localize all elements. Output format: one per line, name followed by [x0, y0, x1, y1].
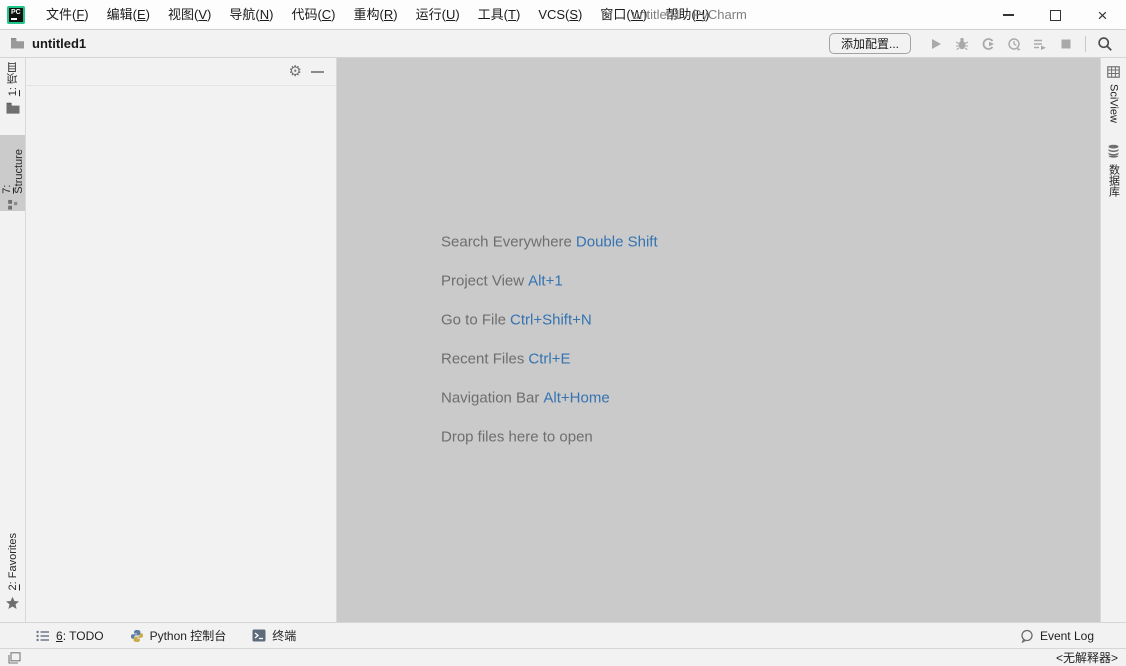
tool-window-switcher[interactable]	[8, 652, 21, 664]
shortcut-hints: Search EverywhereDouble Shift Project Vi…	[441, 235, 658, 446]
menu-view[interactable]: 视图(V)	[159, 0, 220, 29]
tool-window-switcher-icon	[8, 652, 21, 664]
folder-icon	[10, 37, 25, 50]
main-area: 1: 项目 7: Structure 2: Favorites ⚙	[0, 58, 1126, 622]
toolbar-actions: 添加配置...	[829, 33, 1118, 55]
pycharm-logo-icon: PC	[7, 6, 25, 24]
stripe-button-structure[interactable]: 7: Structure	[0, 135, 25, 211]
bottom-bar-right: Event Log	[1020, 629, 1094, 643]
menu-run[interactable]: 运行(U)	[407, 0, 469, 29]
run-icon	[929, 37, 943, 51]
main-toolbar: untitled1 添加配置...	[0, 30, 1126, 58]
stop-icon	[1060, 38, 1072, 50]
add-configuration-button[interactable]: 添加配置...	[829, 33, 911, 54]
gear-icon[interactable]: ⚙	[289, 62, 302, 82]
running-list-icon	[1033, 37, 1047, 51]
run-coverage-icon	[981, 37, 995, 51]
hint-navigation-bar: Navigation BarAlt+Home	[441, 391, 658, 407]
project-panel-header: ⚙	[26, 58, 336, 86]
window-title: untitled1 - PyCharm	[632, 0, 747, 29]
project-folder-icon	[6, 102, 20, 114]
event-log-button[interactable]: Event Log	[1020, 629, 1094, 643]
database-stripe-label: 数据库	[1106, 164, 1122, 197]
database-icon	[1107, 144, 1120, 158]
hint-go-to-file: Go to FileCtrl+Shift+N	[441, 313, 658, 329]
sciview-stripe-label: SciView	[1108, 84, 1120, 123]
breadcrumb-project-name: untitled1	[32, 36, 86, 51]
hide-panel-icon[interactable]	[311, 71, 324, 73]
running-processes-button[interactable]	[1027, 33, 1053, 55]
menu-edit[interactable]: 编辑(E)	[98, 0, 159, 29]
python-icon	[130, 629, 144, 643]
todo-list-icon	[36, 630, 50, 642]
close-icon: ×	[1098, 10, 1108, 21]
debug-button[interactable]	[949, 33, 975, 55]
structure-stripe-label: 7: Structure	[1, 139, 25, 194]
maximize-button[interactable]	[1032, 0, 1079, 30]
search-icon	[1097, 36, 1113, 52]
stripe-button-project[interactable]: 1: 项目	[0, 62, 25, 114]
todo-button[interactable]: 6: TODO	[36, 627, 104, 644]
sciview-icon	[1107, 66, 1120, 78]
hint-project-view: Project ViewAlt+1	[441, 274, 658, 290]
profiler-icon	[1007, 37, 1021, 51]
pycharm-window: PC 文件(F) 编辑(E) 视图(V) 导航(N) 代码(C) 重构(R) 运…	[0, 0, 1126, 666]
menu-refactor[interactable]: 重构(R)	[345, 0, 407, 29]
terminal-button[interactable]: 终端	[252, 627, 296, 644]
stripe-button-database[interactable]: 数据库	[1101, 144, 1126, 197]
window-controls: ×	[985, 0, 1126, 30]
menu-file[interactable]: 文件(F)	[37, 0, 98, 29]
stripe-button-favorites[interactable]: 2: Favorites	[0, 533, 25, 610]
run-with-coverage-button[interactable]	[975, 33, 1001, 55]
python-console-button[interactable]: Python 控制台	[130, 627, 227, 644]
terminal-label: 终端	[272, 627, 296, 644]
terminal-icon	[252, 629, 266, 642]
bottom-bar-left: 6: TODO Python 控制台 终端	[36, 627, 322, 644]
menu-bar: 文件(F) 编辑(E) 视图(V) 导航(N) 代码(C) 重构(R) 运行(U…	[37, 0, 718, 29]
minimize-button[interactable]	[985, 0, 1032, 30]
title-bar: PC 文件(F) 编辑(E) 视图(V) 导航(N) 代码(C) 重构(R) 运…	[0, 0, 1126, 30]
event-log-label: Event Log	[1040, 629, 1094, 643]
python-console-label: Python 控制台	[150, 627, 227, 644]
maximize-icon	[1050, 10, 1061, 21]
project-stripe-label: 1: 项目	[5, 62, 21, 96]
event-log-balloon-icon	[1020, 629, 1034, 643]
search-everywhere-button[interactable]	[1092, 33, 1118, 55]
menu-code[interactable]: 代码(C)	[282, 0, 344, 29]
status-bar: <无解释器>	[0, 648, 1126, 666]
stop-button[interactable]	[1053, 33, 1079, 55]
profiler-button[interactable]	[1001, 33, 1027, 55]
run-button[interactable]	[923, 33, 949, 55]
todo-label: 6: TODO	[56, 629, 104, 643]
toolbar-separator	[1085, 36, 1086, 52]
left-tool-stripe: 1: 项目 7: Structure 2: Favorites	[0, 58, 26, 622]
editor-area[interactable]: Search EverywhereDouble Shift Project Vi…	[337, 58, 1100, 622]
bottom-tool-bar: 6: TODO Python 控制台 终端 Event Log	[0, 622, 1126, 648]
structure-icon	[7, 199, 19, 211]
star-icon	[5, 596, 20, 610]
stripe-button-sciview[interactable]: SciView	[1101, 66, 1126, 123]
debug-icon	[955, 37, 969, 51]
hint-search-everywhere: Search EverywhereDouble Shift	[441, 235, 658, 251]
minimize-icon	[1003, 14, 1014, 16]
menu-tools[interactable]: 工具(T)	[469, 0, 530, 29]
menu-navigate[interactable]: 导航(N)	[220, 0, 282, 29]
breadcrumb[interactable]: untitled1	[10, 36, 86, 51]
close-button[interactable]: ×	[1079, 0, 1126, 30]
interpreter-status[interactable]: <无解释器>	[1056, 649, 1118, 666]
hint-drop-files: Drop files here to open	[441, 430, 658, 446]
project-tool-window: ⚙	[26, 58, 337, 622]
menu-vcs[interactable]: VCS(S)	[529, 0, 591, 29]
favorites-stripe-label: 2: Favorites	[7, 533, 19, 590]
right-tool-stripe: SciView 数据库	[1100, 58, 1126, 622]
hint-recent-files: Recent FilesCtrl+E	[441, 352, 658, 368]
